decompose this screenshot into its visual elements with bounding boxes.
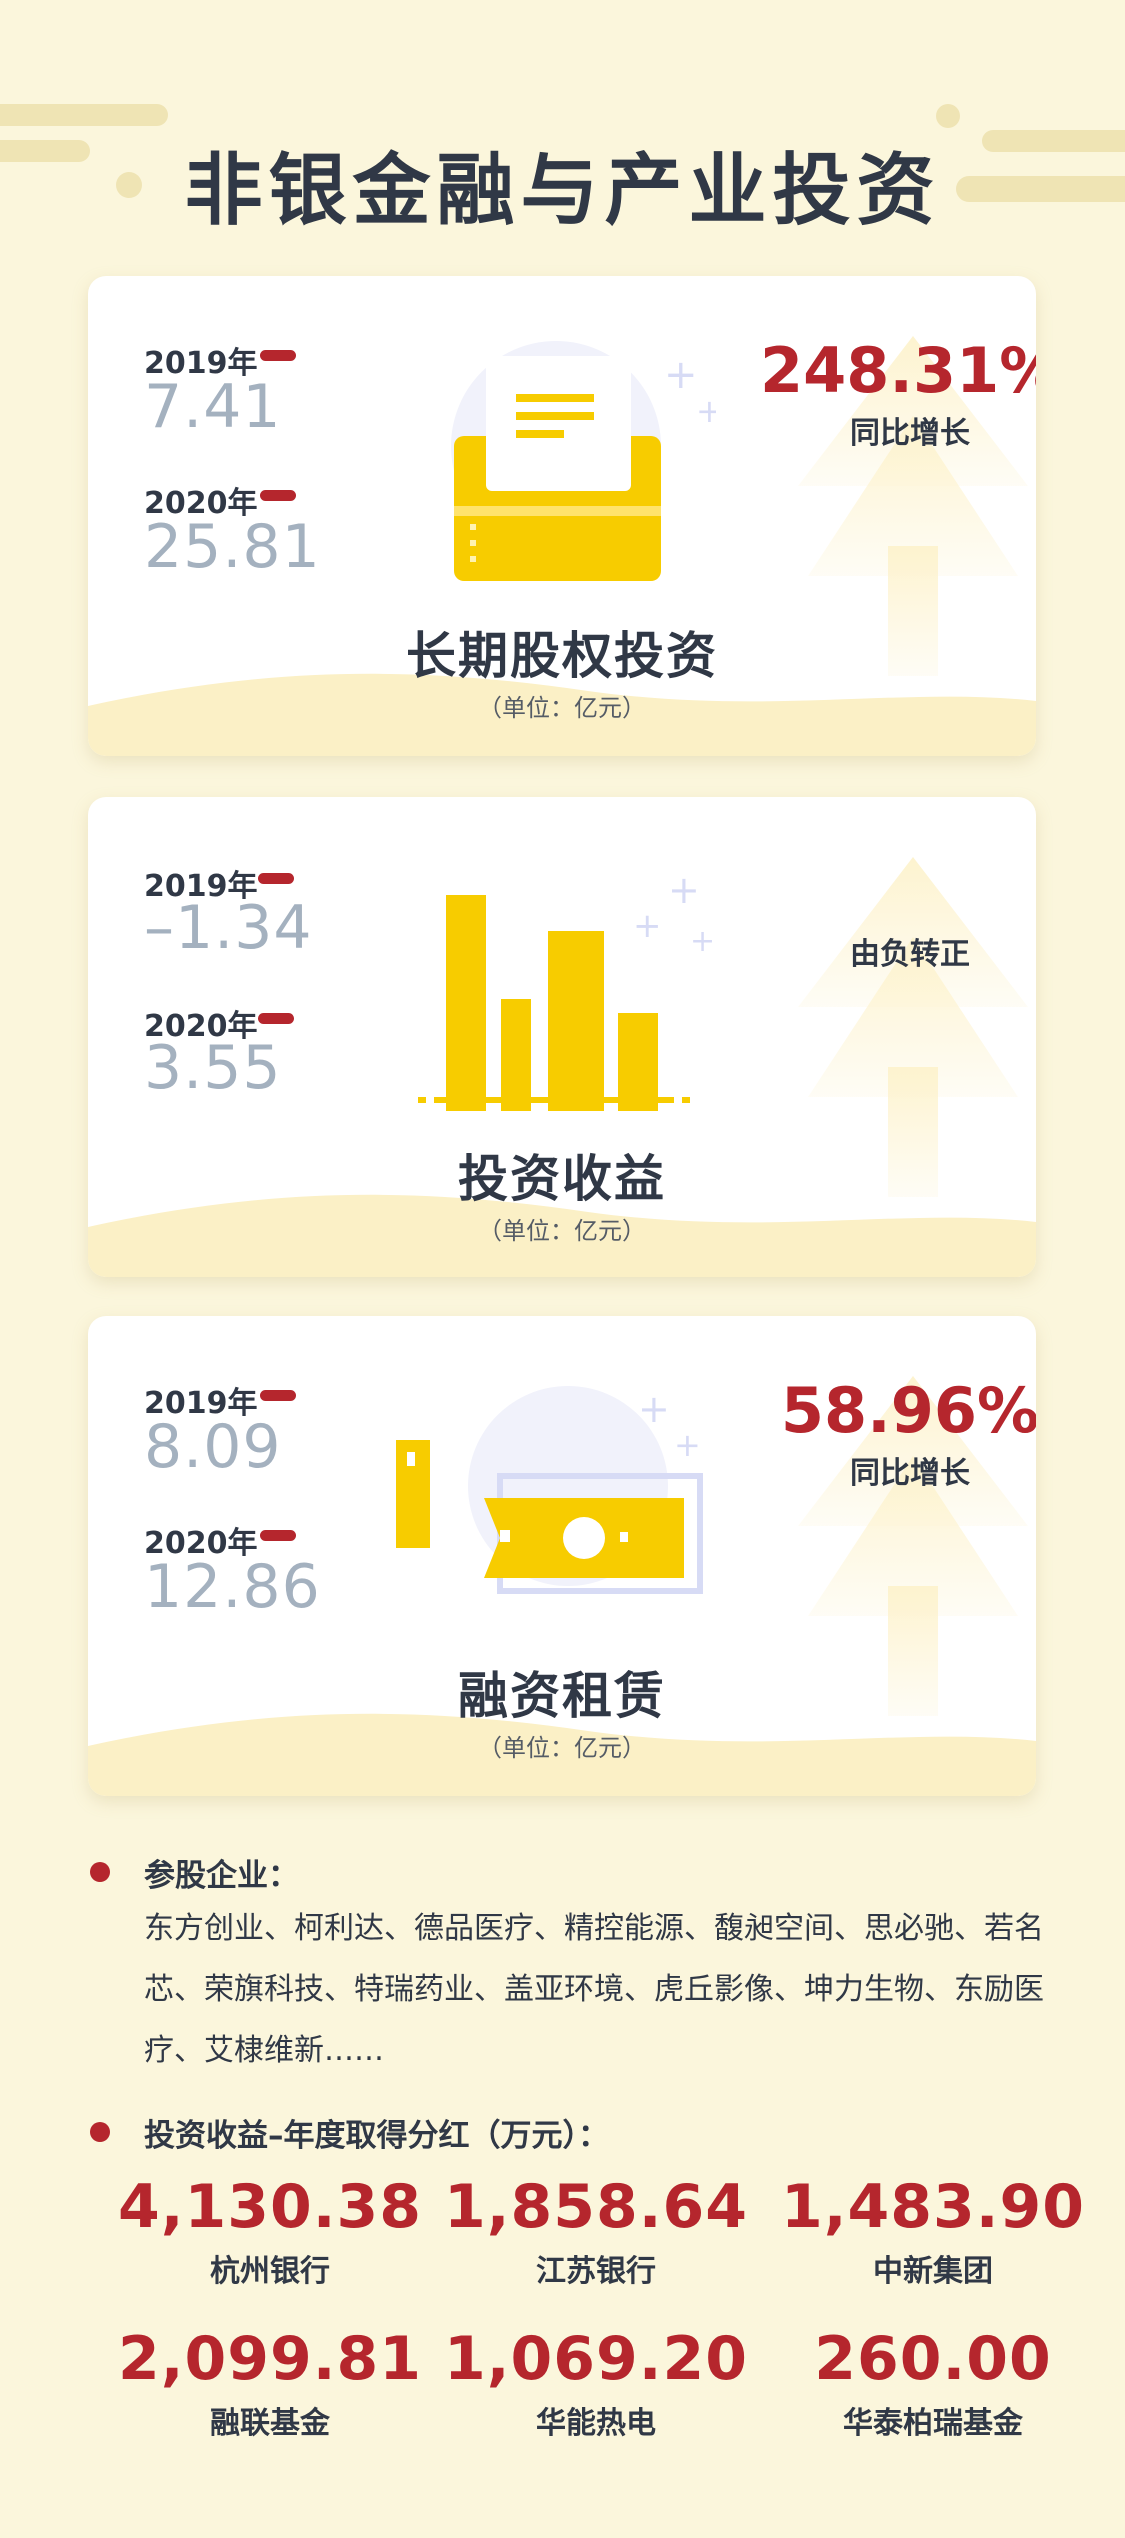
- growth-percentage: 58.96%: [780, 1374, 1036, 1447]
- card-investment-income: 2019年 –1.34 2020年 3.55 由负转正 + + + 投资收益 （…: [88, 797, 1036, 1277]
- dividend-value: 1,858.64: [443, 2172, 749, 2242]
- dividend-value: 1,069.20: [443, 2324, 749, 2394]
- partners-list: 东方创业、柯利达、德品医疗、精控能源、馥昶空间、思必驰、若名芯、荣旗科技、特瑞药…: [144, 1911, 1044, 2068]
- dividend-value: 260.00: [814, 2324, 1052, 2394]
- year-marker-dash: [260, 1530, 296, 1541]
- year-marker-dash: [260, 1390, 296, 1401]
- dividend-item-jiangsu-bank: 1,858.64 江苏银行: [426, 2172, 766, 2290]
- year-2020-value: 3.55: [144, 1033, 282, 1103]
- year-2020-value: 12.86: [144, 1552, 321, 1622]
- svg-text:+: +: [633, 906, 662, 946]
- year-2019-value: 7.41: [144, 372, 282, 442]
- card-long-term-equity: 2019年 7.41 2020年 25.81 248.31% 同比增长 + + …: [88, 276, 1036, 756]
- growth-label: 同比增长: [850, 416, 970, 451]
- card-unit: （单位：亿元）: [478, 1217, 646, 1245]
- growth-percentage: 248.31%: [760, 334, 1036, 407]
- svg-text:+: +: [674, 1426, 701, 1464]
- year-marker-dash: [260, 350, 296, 361]
- header-decoration-bar-left: [0, 104, 168, 126]
- bullet-dot: [90, 1862, 110, 1882]
- year-2019-value: –1.34: [144, 893, 313, 963]
- card-unit: （单位：亿元）: [478, 694, 646, 722]
- svg-text:+: +: [690, 924, 715, 959]
- year-marker-dash: [258, 1013, 294, 1024]
- card-title: 长期股权投资: [406, 627, 718, 685]
- dividend-item-ronglian-fund: 2,099.81 融联基金: [100, 2324, 440, 2442]
- bar-chart-icon: + + +: [418, 868, 715, 1111]
- dividend-company: 华泰柏瑞基金: [843, 2406, 1023, 2441]
- dividend-company: 融联基金: [210, 2406, 330, 2441]
- dividend-value: 1,483.90: [780, 2172, 1086, 2242]
- svg-text:+: +: [696, 392, 716, 430]
- dividends-heading: 投资收益–年度取得分红（万元）：: [144, 2118, 609, 2154]
- card-unit: （单位：亿元）: [478, 1734, 646, 1762]
- dividend-value: 2,099.81: [117, 2324, 423, 2394]
- card-financial-leasing: 2019年 8.09 2020年 12.86 58.96% 同比增长 + + 融…: [88, 1316, 1036, 1796]
- dividend-company: 杭州银行: [210, 2254, 330, 2289]
- dividend-item-huaneng-power: 1,069.20 华能热电: [426, 2324, 766, 2442]
- dividend-item-zhongxin-group: 1,483.90 中新集团: [763, 2172, 1103, 2290]
- svg-text:+: +: [638, 1387, 670, 1431]
- dividend-item-huatai-fund: 260.00 华泰柏瑞基金: [763, 2324, 1103, 2442]
- card-title: 融资租赁: [458, 1667, 666, 1725]
- year-marker-dash: [260, 490, 296, 501]
- card-title: 投资收益: [458, 1150, 666, 1208]
- header-decoration-dot: [936, 104, 960, 128]
- bullet-dot: [90, 2122, 110, 2142]
- inbox-tray-icon: + +: [451, 341, 716, 581]
- dividend-company: 华能热电: [536, 2406, 656, 2441]
- growth-label: 同比增长: [850, 1456, 970, 1491]
- dividend-item-hangzhou-bank: 4,130.38 杭州银行: [100, 2172, 440, 2290]
- dividend-value: 4,130.38: [117, 2172, 423, 2242]
- cash-bill-icon: + +: [396, 1386, 703, 1594]
- year-2019-value: 8.09: [144, 1412, 282, 1482]
- dividend-company: 江苏银行: [536, 2254, 656, 2289]
- dividend-company: 中新集团: [873, 2254, 993, 2289]
- year-marker-dash: [258, 873, 294, 884]
- svg-text:+: +: [664, 352, 698, 398]
- page-title: 非银金融与产业投资: [184, 146, 941, 236]
- svg-text:+: +: [668, 868, 700, 912]
- year-2020-value: 25.81: [144, 512, 321, 582]
- partners-heading: 参股企业：: [144, 1858, 299, 1894]
- growth-label: 由负转正: [850, 937, 970, 972]
